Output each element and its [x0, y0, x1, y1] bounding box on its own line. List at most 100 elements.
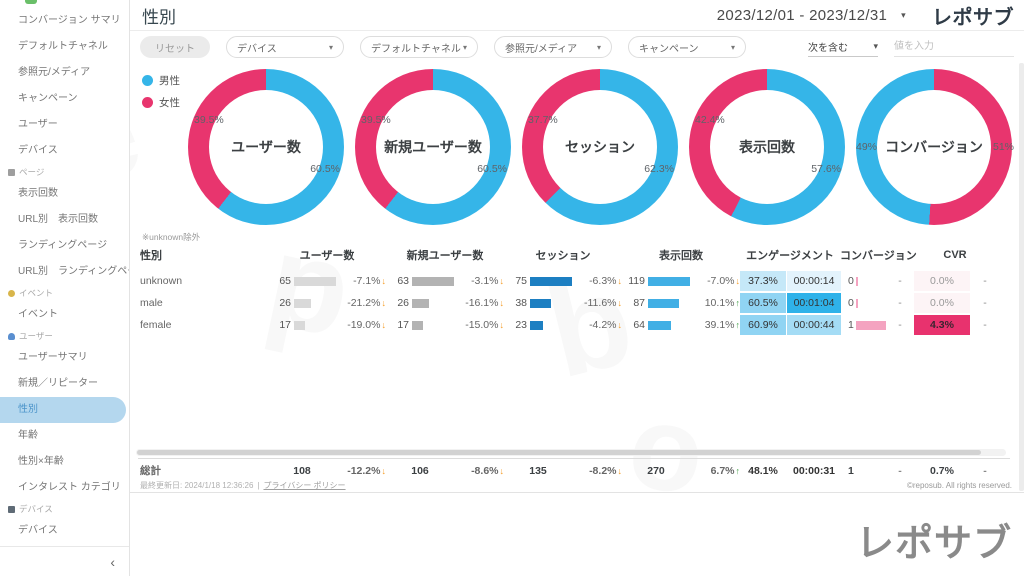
metric-bar-track [412, 271, 454, 291]
metric-bar [294, 321, 305, 330]
filter-bar: リセット デバイス▾デフォルトチャネル▾参照元/メディア▾キャンペーン▾ 次を含… [130, 31, 1014, 63]
sidebar-item[interactable]: インタレスト カテゴリ [0, 475, 129, 501]
engagement-time-cell: 00:01:04 [787, 293, 841, 313]
sidebar-item[interactable]: 新規／リピーター [0, 371, 129, 397]
filter-dropdown-label: デフォルトチャネル [371, 40, 461, 55]
vertical-scrollbar[interactable] [1019, 63, 1024, 491]
sidebar-item[interactable]: 性別×年齢 [0, 449, 129, 475]
sidebar-section-header: デバイス [0, 501, 129, 518]
sidebar-item[interactable]: コンバージョン サマリ [0, 8, 129, 34]
metric-bar-track [412, 315, 454, 335]
table-row: unknown65-7.1%↓63-3.1%↓75-6.3%↓119-7.0%↓… [138, 271, 1000, 291]
metric-value: 119 [622, 271, 648, 291]
privacy-policy-link[interactable]: プライバシー ポリシー [263, 480, 345, 491]
horizontal-scrollbar-thumb[interactable] [137, 450, 981, 455]
sidebar-item[interactable]: デフォルトチャネル [0, 34, 129, 60]
engagement-time-cell: 00:00:44 [787, 315, 841, 335]
conversion-value: 1 [848, 462, 854, 480]
delta-value: -8.2%↓ [572, 462, 622, 480]
totals-cvr-delta: - [970, 462, 1000, 480]
delta-percent: -12.2% [347, 465, 380, 477]
metric-value: 75 [504, 271, 530, 291]
metric-bar [412, 321, 423, 330]
sidebar-item[interactable]: URL別 ランディングページ [0, 259, 129, 285]
totals-value: 108 [268, 462, 336, 480]
cvr-cell: 0.0% [914, 271, 970, 291]
sidebar-footer: ‹ [0, 546, 129, 576]
table-row: female17-19.0%↓17-15.0%↓23-4.2%↓6439.1%↑… [138, 315, 1000, 335]
legend-item-female: 女性 [142, 95, 180, 110]
collapse-sidebar-icon[interactable]: ‹ [110, 554, 115, 570]
sidebar-item-selected[interactable]: 性別 [0, 397, 126, 423]
delta-percent: 10.1% [705, 297, 735, 309]
sidebar-item[interactable]: 参照元/メディア [0, 60, 129, 86]
metric-value: 64 [622, 315, 648, 335]
donut-title: コンバージョン [856, 137, 1012, 157]
metric-bar [648, 299, 679, 308]
filter-value-input[interactable] [894, 37, 1014, 57]
chevron-down-icon: ▾ [873, 41, 878, 52]
donut-chart: 表示回数42.4%57.6% [689, 69, 845, 225]
filter-dropdown[interactable]: デバイス▾ [226, 36, 344, 58]
sidebar-section-label: イベント [19, 285, 53, 302]
sidebar-item[interactable]: デバイス [0, 518, 129, 544]
sidebar-section-header: ユーザー [0, 328, 129, 345]
delta-value: -4.2%↓ [572, 315, 622, 335]
column-header: ユーザー数 [268, 247, 386, 263]
filter-dropdown[interactable]: キャンペーン▾ [628, 36, 746, 58]
table-row: male26-21.2%↓26-16.1%↓38-11.6%↓8710.1%↑6… [138, 293, 1000, 313]
sidebar-item[interactable]: ランディングページ [0, 233, 129, 259]
delta-percent: -15.0% [465, 319, 498, 331]
filter-dropdown[interactable]: 参照元/メディア▾ [494, 36, 612, 58]
sidebar-item[interactable]: ユーザー [0, 112, 129, 138]
donut-title: 新規ユーザー数 [355, 137, 511, 157]
sidebar-item[interactable]: ユーザーサマリ [0, 345, 129, 371]
conversion-value: 1 [848, 315, 854, 335]
sidebar-item[interactable]: キャンペーン [0, 86, 129, 112]
delta-value: 10.1%↑ [690, 293, 740, 313]
metric-bar [530, 321, 543, 330]
event-icon [8, 290, 15, 297]
conversion-value: 0 [848, 293, 854, 313]
totals-cvr: 0.7% [914, 462, 970, 480]
footer-logo: レポサブ [856, 512, 1012, 567]
totals-value: 135 [504, 462, 572, 480]
legend-label: 男性 [159, 73, 180, 88]
metric-bar-track [530, 293, 572, 313]
date-range-picker[interactable]: 2023/12/01 - 2023/12/31 ▾ [717, 7, 906, 24]
donut-title: 表示回数 [689, 137, 845, 157]
sidebar-item[interactable]: 年齢 [0, 423, 129, 449]
column-header-dimension: 性別 [138, 247, 268, 263]
filter-dropdown[interactable]: デフォルトチャネル▾ [360, 36, 478, 58]
row-dimension: female [138, 315, 268, 335]
totals-value: 270 [622, 462, 690, 480]
column-header: コンバージョン [840, 247, 912, 263]
separator: | [257, 481, 259, 490]
donut-label-left: 39.5% [361, 114, 391, 126]
metric-bar [294, 277, 336, 286]
cvr-cell: 0.0% [914, 293, 970, 313]
reset-filters-button[interactable]: リセット [140, 36, 210, 58]
male-legend-dot-icon [142, 75, 153, 86]
app-logo: レポサブ [932, 1, 1014, 30]
metric-bar-track [294, 315, 336, 335]
last-updated-text: 最終更新日: 2024/1/18 12:36:26 [140, 480, 253, 491]
sidebar-item[interactable]: デバイス [0, 138, 129, 164]
sidebar-item[interactable]: イベント [0, 302, 129, 328]
metric-value: 23 [504, 315, 530, 335]
delta-value: -3.1%↓ [454, 271, 504, 291]
horizontal-scrollbar[interactable] [136, 449, 1006, 456]
donut-title: ユーザー数 [188, 137, 344, 157]
metric-value: 38 [504, 293, 530, 313]
conversion-bar [856, 299, 858, 308]
totals-row: 総計108-12.2%↓106-8.6%↓135-8.2%↓2706.7%↑48… [138, 462, 1010, 480]
sidebar-item[interactable]: URL別 表示回数 [0, 207, 129, 233]
delta-value: -11.6%↓ [572, 293, 622, 313]
sidebar-section-header: イベント [0, 285, 129, 302]
donut-label-left: 37.7% [528, 114, 558, 126]
metric-bar [648, 321, 671, 330]
donut-row: ユーザー数39.5%60.5%新規ユーザー数39.5%60.5%セッション37.… [188, 69, 1012, 225]
delta-value: -7.1%↓ [336, 271, 386, 291]
match-condition-dropdown[interactable]: 次を含む ▾ [808, 37, 878, 57]
sidebar-item[interactable]: 表示回数 [0, 181, 129, 207]
